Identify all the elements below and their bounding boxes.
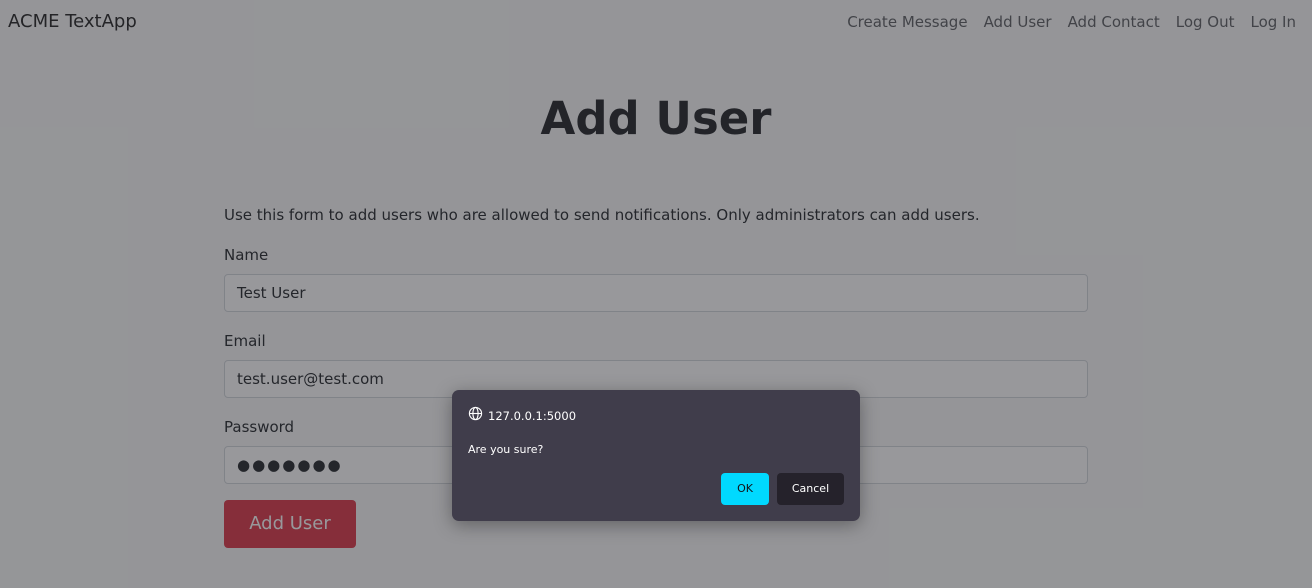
ok-button[interactable]: OK bbox=[721, 473, 769, 505]
globe-icon bbox=[468, 406, 483, 425]
dialog-origin: 127.0.0.1:5000 bbox=[468, 406, 576, 425]
dialog-message: Are you sure? bbox=[468, 443, 544, 456]
dialog-origin-text: 127.0.0.1:5000 bbox=[488, 408, 577, 423]
confirm-dialog: 127.0.0.1:5000 Are you sure? OK Cancel bbox=[452, 390, 860, 521]
cancel-button[interactable]: Cancel bbox=[777, 473, 844, 505]
